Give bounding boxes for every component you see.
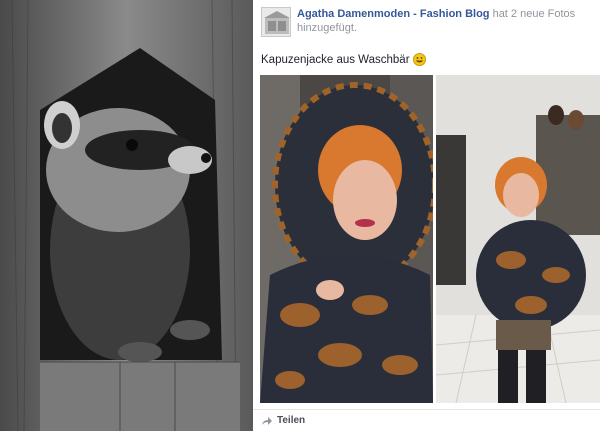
share-label: Teilen <box>277 415 306 426</box>
share-arrow-icon <box>261 416 273 426</box>
share-button[interactable]: Teilen <box>253 409 600 431</box>
photo-fur-jacket-store[interactable] <box>436 75 600 403</box>
caption-text: Kapuzenjacke aus Waschbär <box>261 53 410 66</box>
post-caption: Kapuzenjacke aus Waschbär <box>261 53 426 66</box>
raccoon-photo <box>0 0 253 431</box>
photo-grid <box>260 75 600 403</box>
page-avatar[interactable] <box>261 7 291 37</box>
smiling-face-emoji-icon <box>412 53 426 66</box>
facebook-post: Agatha Damenmoden - Fashion Blog hat 2 n… <box>253 0 600 431</box>
post-header: Agatha Damenmoden - Fashion Blog hat 2 n… <box>297 7 597 35</box>
author-link[interactable]: Agatha Damenmoden - Fashion Blog <box>297 8 490 20</box>
photo-fur-jacket-closeup[interactable] <box>260 75 433 403</box>
